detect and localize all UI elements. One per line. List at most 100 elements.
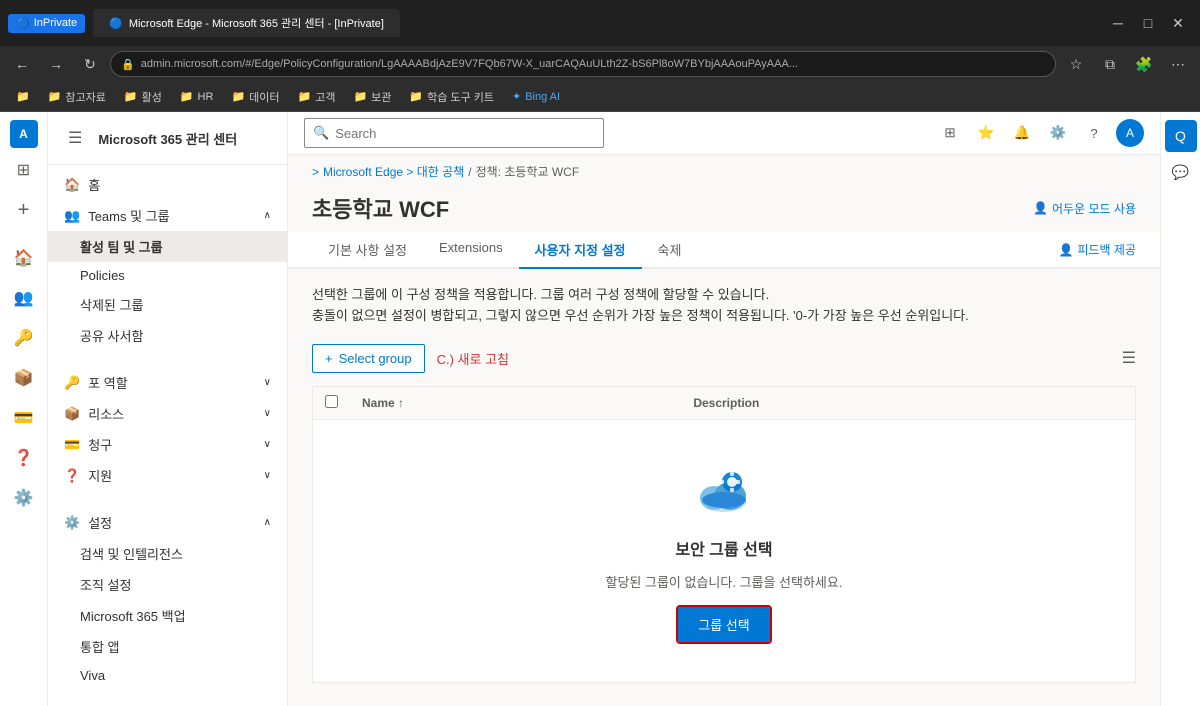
sidebar-item-policies[interactable]: Policies [48, 262, 287, 289]
folder-icon: 📁 [124, 90, 138, 103]
sidebar-item-teams[interactable]: 👥 Teams 및 그룹 ∧ [48, 200, 287, 231]
sidebar-item-org-settings[interactable]: 조직 설정 [48, 569, 287, 600]
back-button[interactable]: ← [8, 50, 36, 78]
grid-button[interactable]: ⊞ [936, 119, 964, 147]
bookmark-item-data[interactable]: 📁 데이터 [223, 86, 287, 108]
nav-section-roles: 🔑 포 역할 ∨ 📦 리소스 ∨ 💳 청구 ∨ ❓ 지원 ∨ [48, 363, 287, 495]
bookmark-item-archive[interactable]: 📁 보관 [345, 86, 399, 108]
sidebar-item-settings[interactable]: ⚙️ 설정 ∧ [48, 507, 287, 538]
split-button[interactable]: ⧉ [1096, 50, 1124, 78]
list-view-button[interactable]: ☰ [1122, 348, 1136, 368]
bookmark-item-customer[interactable]: 📁 고객 [290, 86, 344, 108]
top-icons: ⊞ ⭐ 🔔 ⚙️ ? A [936, 119, 1144, 147]
breadcrumb-link-1[interactable]: > [312, 165, 319, 179]
roles-nav-button[interactable]: 🔑 [6, 320, 42, 356]
close-button[interactable]: ✕ [1164, 9, 1192, 37]
forward-button[interactable]: → [42, 50, 70, 78]
extensions-button[interactable]: 🧩 [1130, 50, 1158, 78]
billing-nav-button[interactable]: 💳 [6, 400, 42, 436]
home-nav-button[interactable]: 🏠 [6, 240, 42, 276]
sidebar-item-support[interactable]: ❓ 지원 ∨ [48, 460, 287, 491]
nav-label: 검색 및 인텔리전스 [80, 544, 183, 563]
sidebar-item-integrated-apps[interactable]: 통합 앱 [48, 631, 287, 662]
side-panel-chat-button[interactable]: Q [1165, 120, 1197, 152]
table-header: Name ↑ Description [313, 386, 1136, 419]
active-tab[interactable]: 🔵 Microsoft Edge - Microsoft 365 관리 센터 -… [93, 9, 400, 37]
help-button[interactable]: ? [1080, 119, 1108, 147]
gear-button[interactable]: ⚙️ [1044, 119, 1072, 147]
empty-state-description: 할당된 그룹이 없습니다. 그룹을 선택하세요. [606, 572, 843, 591]
folder-icon: 📁 [298, 90, 312, 103]
sidebar-item-resources[interactable]: 📦 리소스 ∨ [48, 398, 287, 429]
bell-button[interactable]: 🔔 [1008, 119, 1036, 147]
folder-icon: 📁 [231, 90, 245, 103]
teams-nav-button[interactable]: 👥 [6, 280, 42, 316]
url-bar[interactable]: 🔒 admin.microsoft.com/#/Edge/PolicyConfi… [110, 51, 1056, 77]
bookmarks-bar: 📁 📁 참고자료 📁 활성 📁 HR 📁 데이터 📁 고객 📁 보관 📁 학습 … [0, 82, 1200, 112]
inprivate-badge: 🔵 InPrivate [8, 14, 85, 33]
plus-icon: + [325, 351, 333, 366]
select-group-cta-button[interactable]: 그룹 선택 [678, 607, 769, 642]
bookmark-item-hr[interactable]: 📁 HR [172, 87, 222, 106]
search-input[interactable] [335, 126, 595, 141]
maximize-button[interactable]: □ [1134, 9, 1162, 37]
bookmark-button[interactable]: ⭐ [972, 119, 1000, 147]
nav-label: 활성 팀 및 그룹 [80, 237, 163, 256]
bookmark-item-learning[interactable]: 📁 학습 도구 키트 [401, 86, 502, 108]
add-button[interactable]: + [6, 192, 42, 228]
nav-label: 홈 [88, 175, 100, 194]
sidebar-item-roles[interactable]: 🔑 포 역할 ∨ [48, 367, 287, 398]
empty-state: 보안 그룹 선택 할당된 그룹이 없습니다. 그룹을 선택하세요. 그룹 선택 [313, 420, 1135, 682]
bookmark-item-bing[interactable]: ✦ Bing AI [504, 87, 568, 106]
minimize-button[interactable]: ─ [1104, 9, 1132, 37]
search-icon: 🔍 [313, 125, 329, 141]
help-link[interactable]: 👤 어두운 모드 사용 [1033, 200, 1136, 217]
settings-nav-button[interactable]: ⚙️ [6, 480, 42, 516]
action-bar: + Select group C.) 새로 고침 ☰ [312, 343, 1136, 374]
tabs: 기본 사항 설정 Extensions 사용자 지정 설정 숙제 👤 피드백 제… [288, 232, 1160, 269]
feedback-link[interactable]: 👤 피드백 제공 [1059, 241, 1137, 258]
tab-user-settings[interactable]: 사용자 지정 설정 [519, 232, 642, 269]
nav-section-edge: Microsoft Edge 🔒 Setup [48, 701, 287, 706]
settings-icon: ⚙️ [64, 515, 80, 531]
breadcrumb-link-2[interactable]: Microsoft Edge > 대한 공책 [323, 163, 464, 180]
group-table: Name ↑ Description [312, 386, 1136, 683]
search-box[interactable]: 🔍 [304, 118, 604, 148]
support-icon: ❓ [64, 468, 80, 484]
sidebar-item-m365-backup[interactable]: Microsoft 365 백업 [48, 600, 287, 631]
user-avatar[interactable]: A [1116, 119, 1144, 147]
reload-button[interactable]: ↻ [76, 50, 104, 78]
url-text: admin.microsoft.com/#/Edge/PolicyConfigu… [141, 58, 798, 70]
bookmark-item-active[interactable]: 📁 활성 [116, 86, 170, 108]
resources-nav-button[interactable]: 📦 [6, 360, 42, 396]
nav-label: 리소스 [88, 404, 124, 423]
settings-button[interactable]: ⋯ [1164, 50, 1192, 78]
lock-icon: 🔒 [121, 58, 135, 71]
sidebar-item-home[interactable]: 🏠 홈 [48, 169, 287, 200]
name-header[interactable]: Name ↑ [350, 386, 681, 419]
sidebar-toggle-button[interactable]: ☰ [60, 120, 90, 156]
sidebar-item-search[interactable]: 검색 및 인텔리전스 [48, 538, 287, 569]
tab-basic-settings[interactable]: 기본 사항 설정 [312, 232, 423, 269]
select-group-button[interactable]: + Select group [312, 344, 425, 373]
bookmark-item-references[interactable]: 📁 참고자료 [40, 86, 114, 108]
sidebar-item-deleted-groups[interactable]: 삭제된 그룹 [48, 289, 287, 320]
tab-homework[interactable]: 숙제 [642, 232, 698, 269]
sidebar-item-viva[interactable]: Viva [48, 662, 287, 689]
breadcrumb: > Microsoft Edge > 대한 공책 / 정책: 초등학교 WCF [288, 155, 1160, 180]
nav-label: Teams 및 그룹 [88, 206, 169, 225]
sidebar-item-billing[interactable]: 💳 청구 ∨ [48, 429, 287, 460]
side-panel-comment-button[interactable]: 💬 [1165, 156, 1197, 188]
far-left-rail: A ⊞ + 🏠 👥 🔑 📦 💳 ❓ ⚙️ [0, 112, 48, 706]
support-nav-button[interactable]: ❓ [6, 440, 42, 476]
nav-section-settings: ⚙️ 설정 ∧ 검색 및 인텔리전스 조직 설정 Microsoft 365 백… [48, 503, 287, 693]
table-row: 보안 그룹 선택 할당된 그룹이 없습니다. 그룹을 선택하세요. 그룹 선택 [313, 419, 1136, 682]
select-all-checkbox[interactable] [325, 395, 338, 408]
star-button[interactable]: ☆ [1062, 50, 1090, 78]
apps-button[interactable]: ⊞ [6, 152, 42, 188]
tab-extensions[interactable]: Extensions [423, 232, 519, 269]
new-custom-button[interactable]: C.) 새로 고침 [437, 343, 509, 374]
sidebar-item-shared-mailbox[interactable]: 공유 사서함 [48, 320, 287, 351]
sidebar-item-active-teams[interactable]: 활성 팀 및 그룹 [48, 231, 287, 262]
content-area: 선택한 그룹에 이 구성 정책을 적용합니다. 그룹 여러 구성 정책에 할당할… [288, 269, 1160, 706]
